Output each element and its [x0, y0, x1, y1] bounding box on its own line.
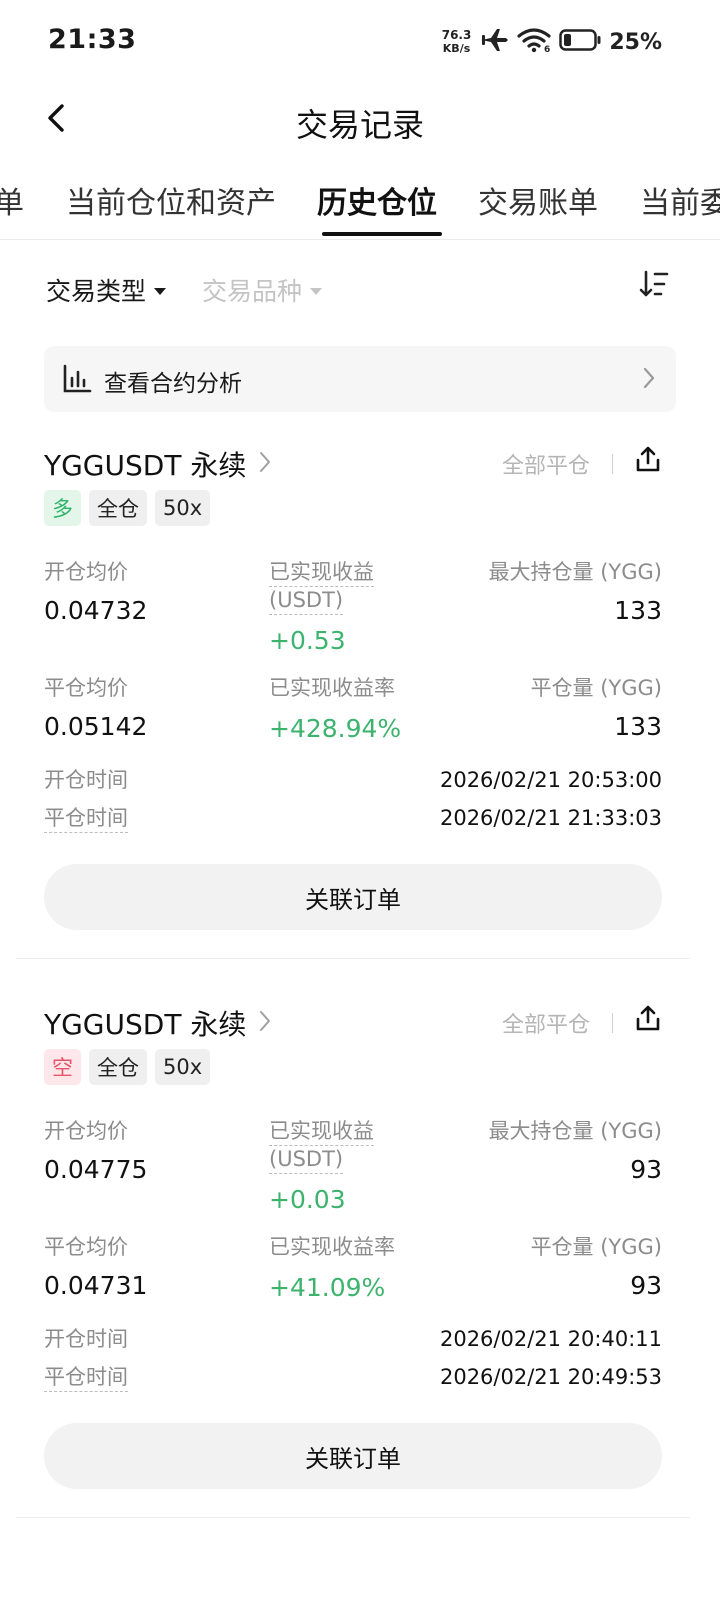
open-time-value: 2026/02/21 20:40:11	[439, 1327, 662, 1351]
bar-chart-icon	[62, 364, 92, 398]
airplane-mode-icon	[479, 27, 509, 57]
side-tag-short: 空	[44, 1049, 81, 1085]
sort-button[interactable]	[634, 264, 674, 308]
max-position-label: 最大持仓量 (YGG)	[488, 1119, 662, 1143]
position-tags: 多 全仓 50x	[44, 490, 211, 526]
caret-down-icon	[310, 287, 323, 295]
realized-pnl-value: +0.53	[269, 626, 346, 655]
close-time-label[interactable]: 平仓时间	[44, 804, 128, 833]
close-type-label: 全部平仓	[502, 1013, 591, 1038]
leverage-tag: 50x	[155, 490, 211, 526]
closed-qty-label: 平仓量 (YGG)	[530, 1235, 662, 1259]
contract-analysis-label: 查看合约分析	[104, 371, 242, 397]
chevron-right-icon[interactable]	[258, 450, 272, 478]
symbol-filter-label: 交易品种	[202, 277, 303, 306]
network-speed: 76.3 KB/s	[441, 28, 472, 56]
open-avg-label: 开仓均价	[44, 1119, 128, 1143]
active-tab-indicator	[322, 232, 442, 236]
realized-pnl-label[interactable]: 已实现收益	[269, 558, 374, 587]
network-speed-unit: KB/s	[442, 42, 471, 55]
position-tags: 空 全仓 50x	[44, 1049, 211, 1085]
realized-pnl-rate-label: 已实现收益率	[269, 676, 395, 700]
chevron-right-icon[interactable]	[258, 1009, 272, 1037]
open-avg-label: 开仓均价	[44, 560, 128, 584]
tab-trade-bills[interactable]: 交易账单	[478, 178, 598, 222]
open-time-label: 开仓时间	[44, 1327, 128, 1351]
margin-mode-tag: 全仓	[89, 490, 147, 526]
closed-qty-label: 平仓量 (YGG)	[530, 676, 662, 700]
open-time-value: 2026/02/21 20:53:00	[439, 768, 662, 792]
share-icon	[635, 1004, 661, 1036]
trade-type-filter[interactable]: 交易类型	[46, 272, 167, 308]
close-avg-value: 0.05142	[44, 712, 148, 741]
share-button[interactable]	[632, 1003, 664, 1037]
open-avg-value: 0.04732	[44, 596, 148, 625]
related-orders-button[interactable]: 关联订单	[44, 1423, 662, 1489]
tab-open-orders[interactable]: 当前委	[640, 178, 720, 222]
symbol-filter[interactable]: 交易品种	[202, 272, 323, 308]
page-title: 交易记录	[295, 106, 424, 144]
realized-pnl-rate-label: 已实现收益率	[269, 1235, 395, 1259]
position-symbol[interactable]: YGGUSDT 永续	[44, 1003, 246, 1043]
network-speed-value: 76.3	[441, 28, 472, 42]
realized-pnl-unit: (USDT)	[269, 586, 344, 615]
wifi-icon: 6	[517, 27, 551, 57]
close-avg-label: 平仓均价	[44, 676, 128, 700]
status-time: 21:33	[48, 24, 137, 55]
trade-type-label: 交易类型	[46, 277, 147, 306]
close-time-label[interactable]: 平仓时间	[44, 1363, 128, 1392]
tab-current-positions[interactable]: 当前仓位和资产	[66, 178, 276, 222]
share-button[interactable]	[632, 444, 664, 478]
tab-position-history[interactable]: 历史仓位	[317, 178, 437, 222]
battery-icon	[559, 28, 601, 56]
position-symbol[interactable]: YGGUSDT 永续	[44, 444, 246, 484]
max-position-value: 133	[614, 596, 662, 625]
header: 交易记录	[0, 84, 720, 156]
filter-row: 交易类型 交易品种	[46, 264, 674, 314]
closed-qty-value: 93	[630, 1271, 662, 1300]
divider	[612, 1013, 613, 1033]
position-card: YGGUSDT 永续 全部平仓 空 全仓 50x 开仓均价 0.04775 已实…	[0, 1003, 720, 1563]
card-divider	[16, 958, 690, 959]
share-icon	[635, 445, 661, 477]
tab-bar: 单 当前仓位和资产 历史仓位 交易账单 当前委	[0, 166, 720, 240]
closed-qty-value: 133	[614, 712, 662, 741]
card-divider	[16, 1517, 690, 1518]
status-bar: 21:33 76.3 KB/s 6 25%	[0, 0, 720, 84]
status-icons: 76.3 KB/s 6 25%	[442, 25, 662, 59]
margin-mode-tag: 全仓	[89, 1049, 147, 1085]
realized-pnl-unit: (USDT)	[269, 1145, 344, 1174]
realized-pnl-rate-value: +41.09%	[269, 1273, 386, 1302]
caret-down-icon	[154, 287, 167, 295]
side-tag-long: 多	[44, 490, 81, 526]
contract-analysis-banner[interactable]: 查看合约分析	[44, 346, 676, 412]
position-card: YGGUSDT 永续 全部平仓 多 全仓 50x 开仓均价 0.04732 已实…	[0, 444, 720, 1004]
open-time-label: 开仓时间	[44, 768, 128, 792]
svg-text:6: 6	[544, 45, 550, 53]
sort-icon	[639, 269, 669, 303]
battery-percent: 25%	[609, 29, 662, 55]
realized-pnl-value: +0.03	[269, 1185, 346, 1214]
max-position-label: 最大持仓量 (YGG)	[488, 560, 662, 584]
realized-pnl-label[interactable]: 已实现收益	[269, 1117, 374, 1146]
close-type-label: 全部平仓	[502, 454, 591, 479]
max-position-value: 93	[630, 1155, 662, 1184]
close-avg-value: 0.04731	[44, 1271, 148, 1300]
close-time-value: 2026/02/21 21:33:03	[439, 806, 662, 830]
open-avg-value: 0.04775	[44, 1155, 148, 1184]
close-time-value: 2026/02/21 20:49:53	[439, 1365, 662, 1389]
leverage-tag: 50x	[155, 1049, 211, 1085]
realized-pnl-rate-value: +428.94%	[269, 714, 402, 743]
related-orders-button[interactable]: 关联订单	[44, 864, 662, 930]
divider	[612, 454, 613, 474]
chevron-right-icon	[642, 366, 656, 394]
close-avg-label: 平仓均价	[44, 1235, 128, 1259]
tab-orders[interactable]: 单	[0, 178, 24, 222]
trade-history-screen: 21:33 76.3 KB/s 6 25% 交易记录 当前仓位和资产 历史仓位 …	[0, 0, 720, 1600]
